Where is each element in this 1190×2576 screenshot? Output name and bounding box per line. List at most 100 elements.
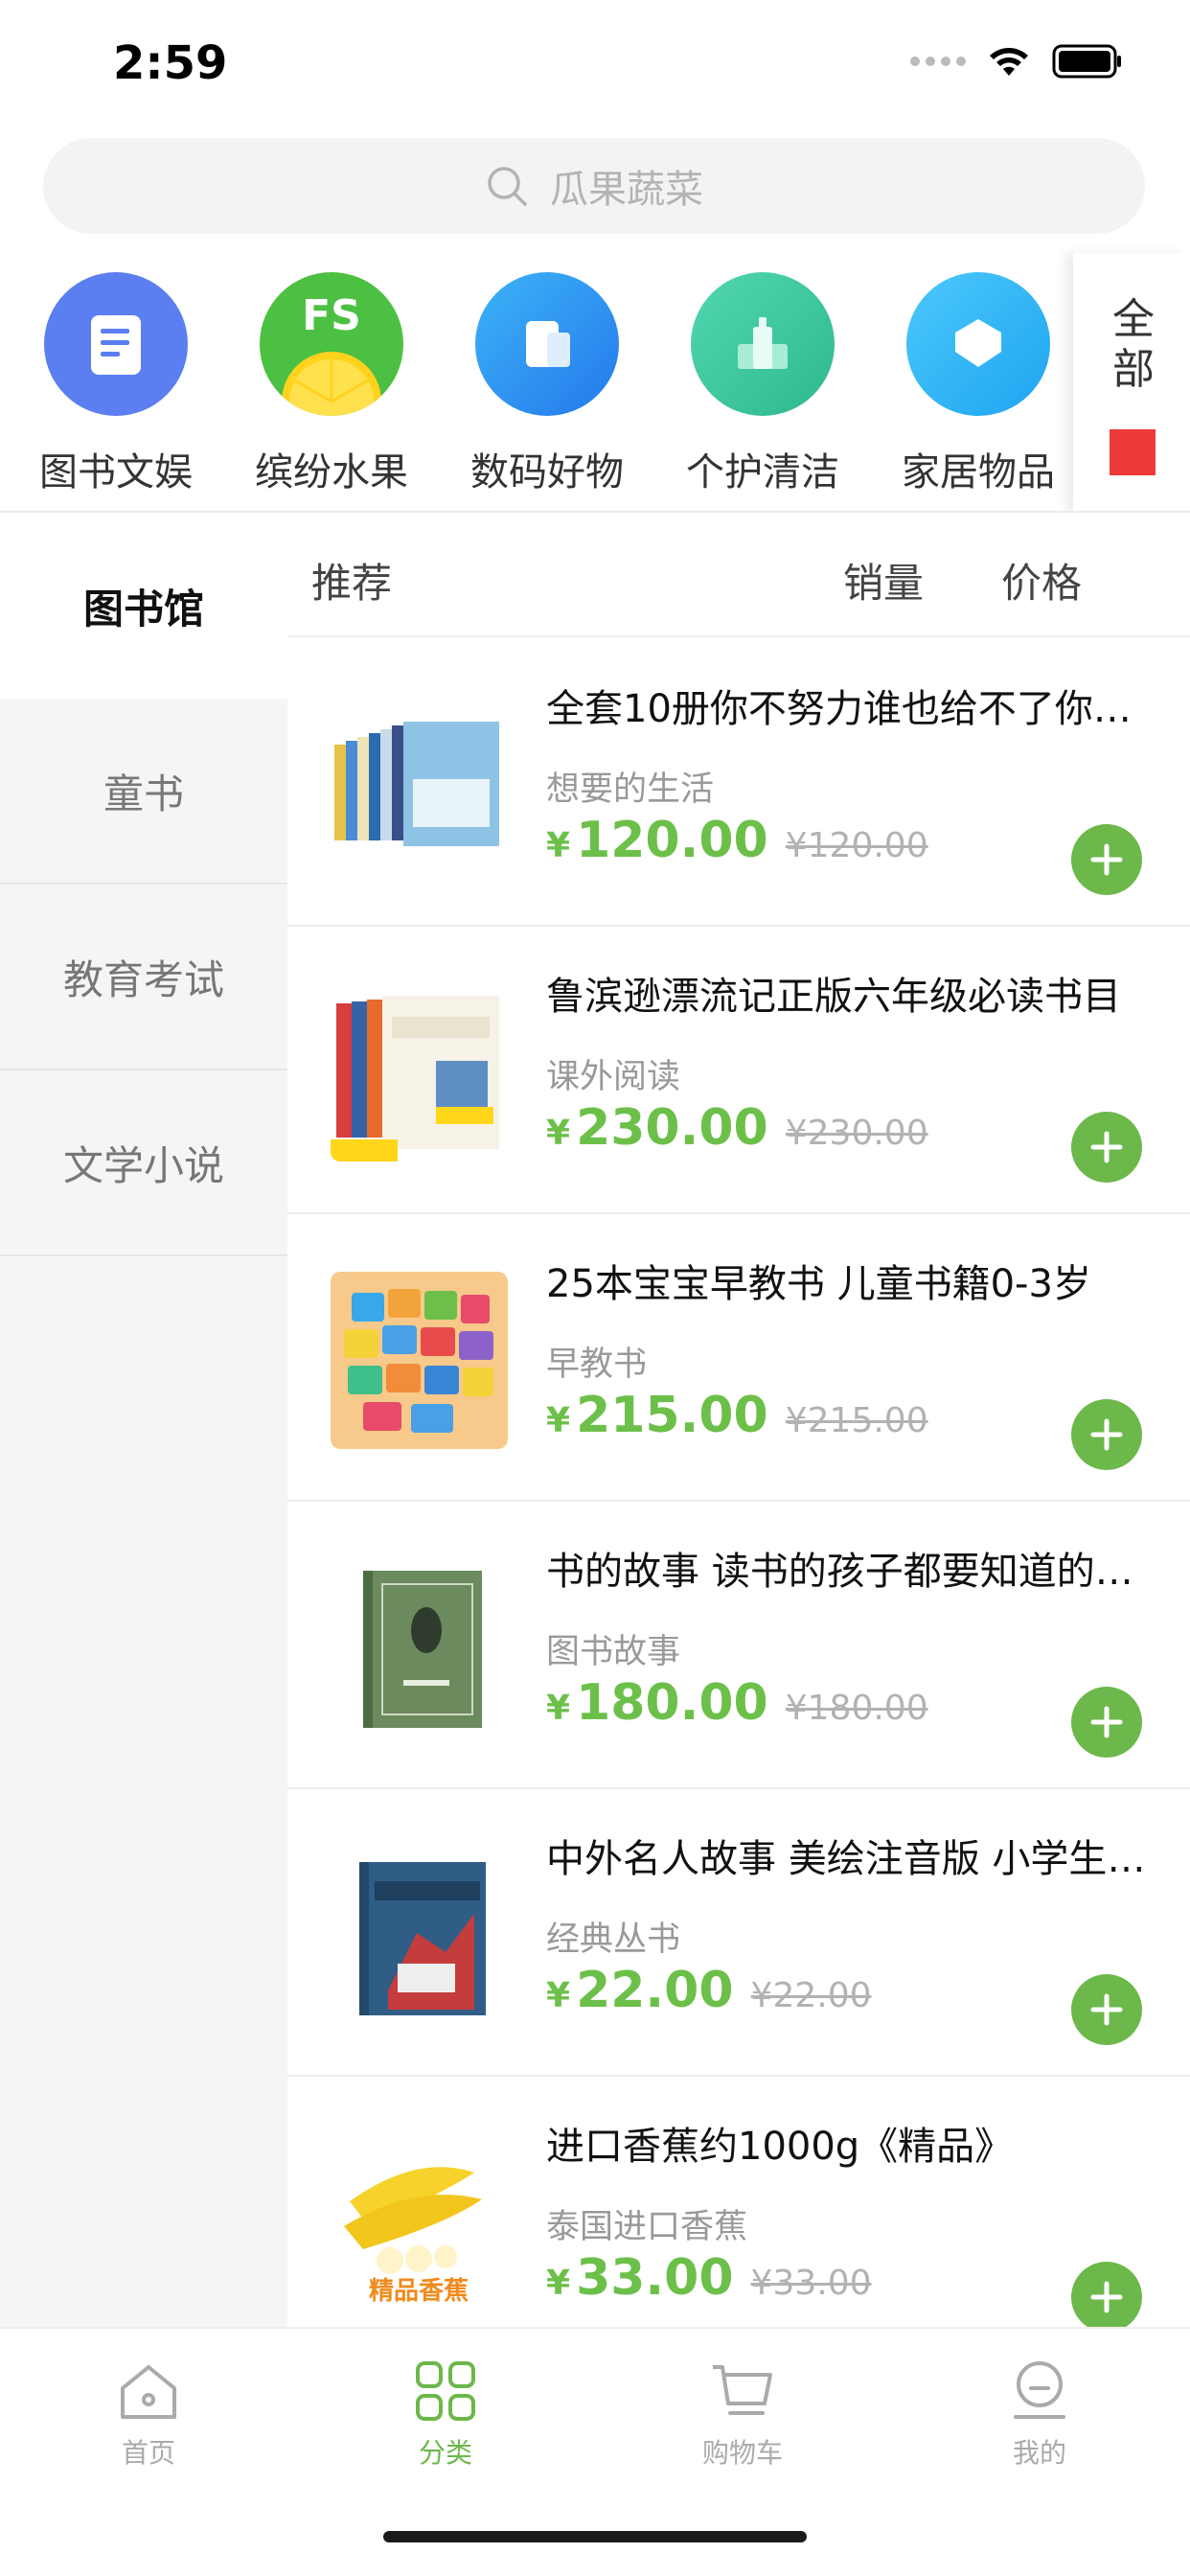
plus-icon — [1090, 1418, 1123, 1451]
product-name: 25本宝宝早教书 儿童书籍0-3岁 — [546, 1262, 1091, 1306]
product-name: 进口香蕉约1000g《精品》 — [546, 2125, 1014, 2169]
currency-symbol: ¥ — [546, 826, 571, 865]
wifi-icon — [990, 48, 1028, 76]
sort-recommend[interactable]: 推荐 — [311, 551, 392, 610]
plus-icon — [1090, 1993, 1123, 2026]
plus-icon — [1090, 1131, 1123, 1163]
status-bar: 2:59 — [0, 0, 1190, 129]
add-to-cart-button[interactable] — [1071, 1974, 1142, 2045]
fruit-badge: FS — [302, 291, 361, 340]
tab-label: 我的 — [1012, 2437, 1066, 2469]
current-price: 120.00 — [576, 812, 768, 869]
product-name: 全套10册你不努力谁也给不了你想要的生活 — [546, 687, 1159, 731]
product-image — [331, 1272, 508, 1449]
product-item[interactable]: 全套10册你不努力谁也给不了你想要的生活 想要的生活 ¥ 120.00 ¥120… — [287, 639, 1190, 927]
product-subtitle: 泰国进口香蕉 — [546, 2208, 748, 2246]
sidebar-item-children-books[interactable]: 童书 — [0, 699, 287, 885]
category-label: 数码好物 — [470, 450, 624, 494]
product-subtitle: 想要的生活 — [546, 770, 715, 809]
category-label: 家居物品 — [902, 450, 1055, 494]
add-to-cart-button[interactable] — [1071, 1399, 1142, 1470]
product-price: ¥ 22.00 ¥22.00 — [546, 1962, 872, 2019]
search-input[interactable]: 瓜果蔬菜 — [43, 138, 1145, 234]
product-subtitle: 早教书 — [546, 1346, 648, 1384]
add-to-cart-button[interactable] — [1071, 824, 1142, 895]
product-price: ¥ 230.00 ¥230.00 — [546, 1099, 928, 1157]
cart-icon — [713, 2365, 772, 2415]
sidebar-item-literature[interactable]: 文学小说 — [0, 1070, 287, 1256]
current-price: 33.00 — [576, 2249, 734, 2307]
original-price: ¥180.00 — [785, 1689, 928, 1728]
category-fruit[interactable]: FS 缤纷水果 — [233, 268, 424, 508]
plus-icon — [1090, 2281, 1123, 2313]
tab-home[interactable]: 首页 — [53, 2358, 244, 2482]
category-label: 个护清洁 — [686, 450, 839, 494]
category-digital[interactable]: 数码好物 — [448, 268, 640, 508]
product-item[interactable]: 25本宝宝早教书 儿童书籍0-3岁 早教书 ¥ 215.00 ¥215.00 — [287, 1214, 1190, 1502]
category-care[interactable]: 个护清洁 — [664, 268, 856, 508]
product-subtitle: 课外阅读 — [546, 1058, 681, 1096]
sidebar-item-education[interactable]: 教育考试 — [0, 885, 287, 1070]
digital-icon — [475, 272, 619, 416]
add-to-cart-button[interactable] — [1071, 2262, 1142, 2333]
product-name: 鲁滨逊漂流记正版六年级必读书目 — [546, 975, 1121, 1019]
currency-symbol: ¥ — [546, 1689, 571, 1728]
product-name: 书的故事 读书的孩子都要知道的故事 — [546, 1550, 1159, 1594]
status-icons — [910, 44, 1123, 79]
currency-symbol: ¥ — [546, 1114, 571, 1153]
sort-sales[interactable]: 销量 — [843, 551, 924, 610]
category-label: 缤纷水果 — [255, 450, 408, 494]
book-icon — [44, 272, 188, 416]
product-item[interactable]: 书的故事 读书的孩子都要知道的故事 图书故事 ¥ 180.00 ¥180.00 — [287, 1502, 1190, 1789]
status-time: 2:59 — [113, 36, 228, 90]
product-image — [331, 697, 508, 874]
home-goods-icon — [906, 272, 1050, 416]
battery-icon — [1052, 44, 1121, 79]
sort-bar: 推荐 销量 价格 — [287, 513, 1190, 637]
tab-category[interactable]: 分类 — [350, 2358, 541, 2482]
product-image — [331, 1559, 508, 1736]
add-to-cart-button[interactable] — [1071, 1687, 1142, 1758]
product-price: ¥ 33.00 ¥33.00 — [546, 2249, 872, 2307]
current-price: 215.00 — [576, 1387, 768, 1444]
grid-icon — [416, 2361, 475, 2421]
original-price: ¥215.00 — [785, 1401, 928, 1440]
product-image: 精品香蕉 — [331, 2134, 508, 2312]
product-price: ¥ 120.00 ¥120.00 — [546, 812, 928, 869]
category-label: 图书文娱 — [39, 450, 193, 494]
tab-cart[interactable]: 购物车 — [647, 2358, 838, 2482]
banana-caption: 精品香蕉 — [369, 2277, 469, 2306]
home-icon — [121, 2365, 176, 2419]
product-item[interactable]: 精品香蕉 进口香蕉约1000g《精品》 泰国进口香蕉 ¥ 33.00 ¥33.0… — [287, 2077, 1190, 2364]
category-home-goods[interactable]: 家居物品 — [880, 268, 1071, 508]
add-to-cart-button[interactable] — [1071, 1112, 1142, 1183]
product-price: ¥ 215.00 ¥215.00 — [546, 1387, 928, 1444]
care-icon — [691, 272, 835, 416]
sidebar-item-library[interactable]: 图书馆 — [0, 513, 287, 699]
original-price: ¥120.00 — [785, 826, 928, 865]
current-price: 22.00 — [576, 1962, 734, 2019]
currency-symbol: ¥ — [546, 1976, 571, 2015]
sort-price[interactable]: 价格 — [1001, 551, 1082, 610]
search-placeholder: 瓜果蔬菜 — [550, 168, 703, 212]
product-subtitle: 图书故事 — [546, 1633, 681, 1671]
product-price: ¥ 180.00 ¥180.00 — [546, 1674, 928, 1732]
category-books[interactable]: 图书文娱 — [17, 268, 209, 508]
tab-label: 首页 — [121, 2437, 175, 2469]
category-sidebar: 图书馆 童书 教育考试 文学小说 — [0, 513, 287, 2327]
currency-symbol: ¥ — [546, 2264, 571, 2303]
product-item[interactable]: 中外名人故事 美绘注音版 小学生读物 经典丛书 ¥ 22.00 ¥22.00 — [287, 1789, 1190, 2077]
signal-icon — [910, 57, 966, 66]
original-price: ¥22.00 — [750, 1976, 872, 2015]
category-row: 图书文娱 FS 缤纷水果 数码好物 个护清洁 家居物品 — [0, 268, 1190, 513]
tab-label: 购物车 — [701, 2437, 783, 2469]
product-name: 中外名人故事 美绘注音版 小学生读物 — [546, 1837, 1159, 1881]
all-categories-button[interactable]: 全部 — [1073, 253, 1190, 512]
product-item[interactable]: 鲁滨逊漂流记正版六年级必读书目 课外阅读 ¥ 230.00 ¥230.00 — [287, 927, 1190, 1214]
current-price: 180.00 — [576, 1674, 768, 1732]
tab-mine[interactable]: 我的 — [944, 2358, 1135, 2482]
home-indicator[interactable] — [383, 2531, 807, 2542]
tab-label: 分类 — [418, 2437, 472, 2469]
fruit-icon: FS — [260, 272, 403, 416]
original-price: ¥33.00 — [750, 2264, 872, 2303]
